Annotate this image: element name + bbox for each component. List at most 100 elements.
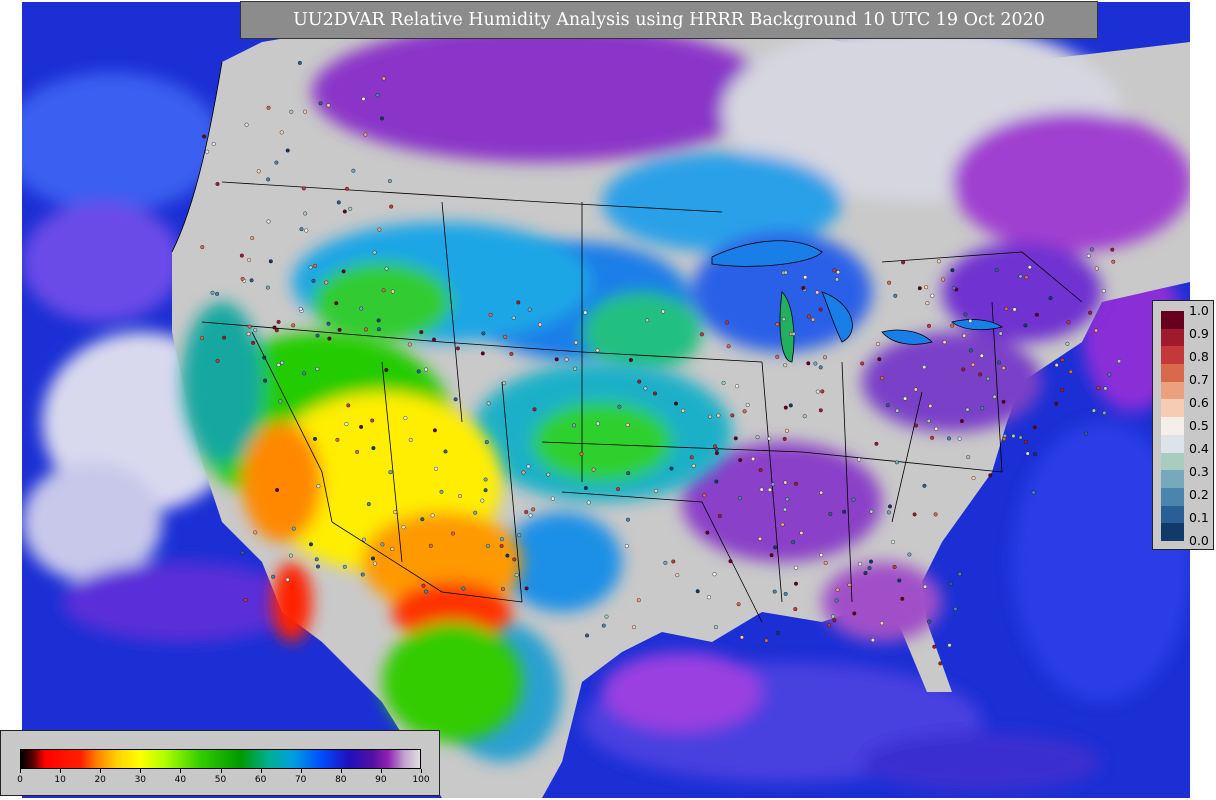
station-dot bbox=[671, 559, 676, 564]
station-dot bbox=[253, 328, 258, 333]
station-dot bbox=[222, 335, 227, 340]
station-dot bbox=[947, 643, 952, 648]
station-dot bbox=[815, 389, 820, 394]
station-dot bbox=[253, 530, 258, 535]
station-dot bbox=[951, 286, 956, 291]
station-dot bbox=[755, 435, 760, 440]
station-dot bbox=[1091, 408, 1096, 413]
station-dot bbox=[832, 268, 837, 273]
station-dot bbox=[928, 404, 933, 409]
station-dot bbox=[834, 598, 839, 603]
station-dot bbox=[897, 578, 902, 583]
station-dot bbox=[625, 422, 630, 427]
station-dot bbox=[941, 277, 946, 282]
station-dot bbox=[936, 259, 941, 264]
station-dot bbox=[775, 354, 780, 359]
station-dot bbox=[986, 376, 991, 381]
rh-colorbar-tick: 30 bbox=[134, 775, 147, 785]
station-dot bbox=[215, 181, 220, 186]
station-colorbar-swatch bbox=[1161, 434, 1184, 454]
station-dot bbox=[953, 606, 958, 611]
station-colorbar-swatch bbox=[1161, 505, 1184, 524]
station-dot bbox=[348, 206, 353, 211]
station-dot bbox=[894, 460, 899, 465]
station-dot bbox=[892, 565, 897, 570]
rh-colorbar-tick-mark bbox=[340, 769, 342, 773]
station-dot bbox=[342, 209, 347, 214]
station-dot bbox=[309, 542, 314, 547]
map-title: UU2DVAR Relative Humidity Analysis using… bbox=[240, 1, 1098, 39]
station-dot bbox=[962, 333, 967, 338]
station-dot bbox=[811, 317, 816, 322]
station-dot bbox=[1101, 288, 1106, 293]
station-dot bbox=[304, 228, 309, 233]
station-colorbar-tick: 0.4 bbox=[1189, 441, 1209, 456]
station-dot bbox=[1084, 431, 1089, 436]
station-dot bbox=[481, 331, 486, 336]
rh-colorbar-tick: 0 bbox=[17, 775, 23, 785]
station-dot bbox=[1089, 247, 1094, 252]
station-dot bbox=[769, 553, 774, 558]
station-dot bbox=[823, 560, 828, 565]
rh-colorbar-tick-mark bbox=[300, 769, 302, 773]
rh-colorbar-tick: 40 bbox=[174, 775, 187, 785]
rh-colorbar-tick: 60 bbox=[254, 775, 267, 785]
station-dot bbox=[432, 428, 437, 433]
station-dot bbox=[767, 436, 772, 441]
station-dot bbox=[509, 351, 514, 356]
station-colorbar-tick: 0.6 bbox=[1189, 395, 1209, 410]
station-dot bbox=[818, 408, 823, 413]
station-dot bbox=[263, 378, 268, 383]
station-dot bbox=[876, 342, 881, 347]
station-dot bbox=[205, 149, 210, 154]
station-dot bbox=[979, 353, 984, 358]
station-dot bbox=[863, 571, 868, 576]
station-dot bbox=[714, 479, 719, 484]
rh-colorbar-tick-mark bbox=[140, 769, 142, 773]
station-dot bbox=[775, 631, 780, 636]
station-dot bbox=[714, 451, 719, 456]
station-dot bbox=[376, 318, 381, 323]
station-dot bbox=[503, 334, 508, 339]
station-dot bbox=[266, 105, 271, 110]
station-dot bbox=[1111, 259, 1116, 264]
station-dot bbox=[499, 544, 504, 549]
station-dot bbox=[1004, 306, 1009, 311]
station-dot bbox=[532, 407, 537, 412]
station-dot bbox=[835, 277, 840, 282]
station-dot bbox=[758, 468, 763, 473]
rh-analysis-map[interactable] bbox=[22, 2, 1190, 798]
station-dot bbox=[377, 227, 382, 232]
station-dot bbox=[947, 436, 952, 441]
station-colorbar-swatch bbox=[1161, 311, 1184, 330]
station-dot bbox=[851, 497, 856, 502]
station-dot bbox=[891, 539, 896, 544]
station-dot bbox=[852, 611, 857, 616]
station-dot bbox=[675, 573, 680, 578]
station-dot bbox=[971, 476, 976, 481]
station-dot bbox=[393, 510, 398, 515]
station-dot bbox=[289, 109, 294, 114]
station-colorbar-tick: 0.7 bbox=[1189, 372, 1209, 387]
station-dot bbox=[733, 436, 738, 441]
station-dot bbox=[360, 572, 365, 577]
station-dot bbox=[483, 488, 488, 493]
station-dot bbox=[669, 466, 674, 471]
station-dot bbox=[783, 363, 788, 368]
station-dot bbox=[285, 577, 290, 582]
station-dot bbox=[636, 598, 641, 603]
station-dot bbox=[1011, 434, 1016, 439]
station-dot bbox=[210, 290, 215, 295]
station-dot bbox=[1094, 328, 1099, 333]
station-dot bbox=[927, 619, 932, 624]
station-dot bbox=[1107, 372, 1112, 377]
station-dot bbox=[836, 270, 841, 275]
station-dot bbox=[1018, 274, 1023, 279]
station-dot bbox=[886, 510, 891, 515]
station-dot bbox=[499, 537, 504, 542]
station-dot bbox=[775, 322, 780, 327]
station-dot bbox=[901, 260, 906, 265]
station-colorbar-tick: 0.1 bbox=[1189, 510, 1209, 525]
station-dot bbox=[371, 446, 376, 451]
rh-colorbar-tick: 10 bbox=[54, 775, 66, 785]
